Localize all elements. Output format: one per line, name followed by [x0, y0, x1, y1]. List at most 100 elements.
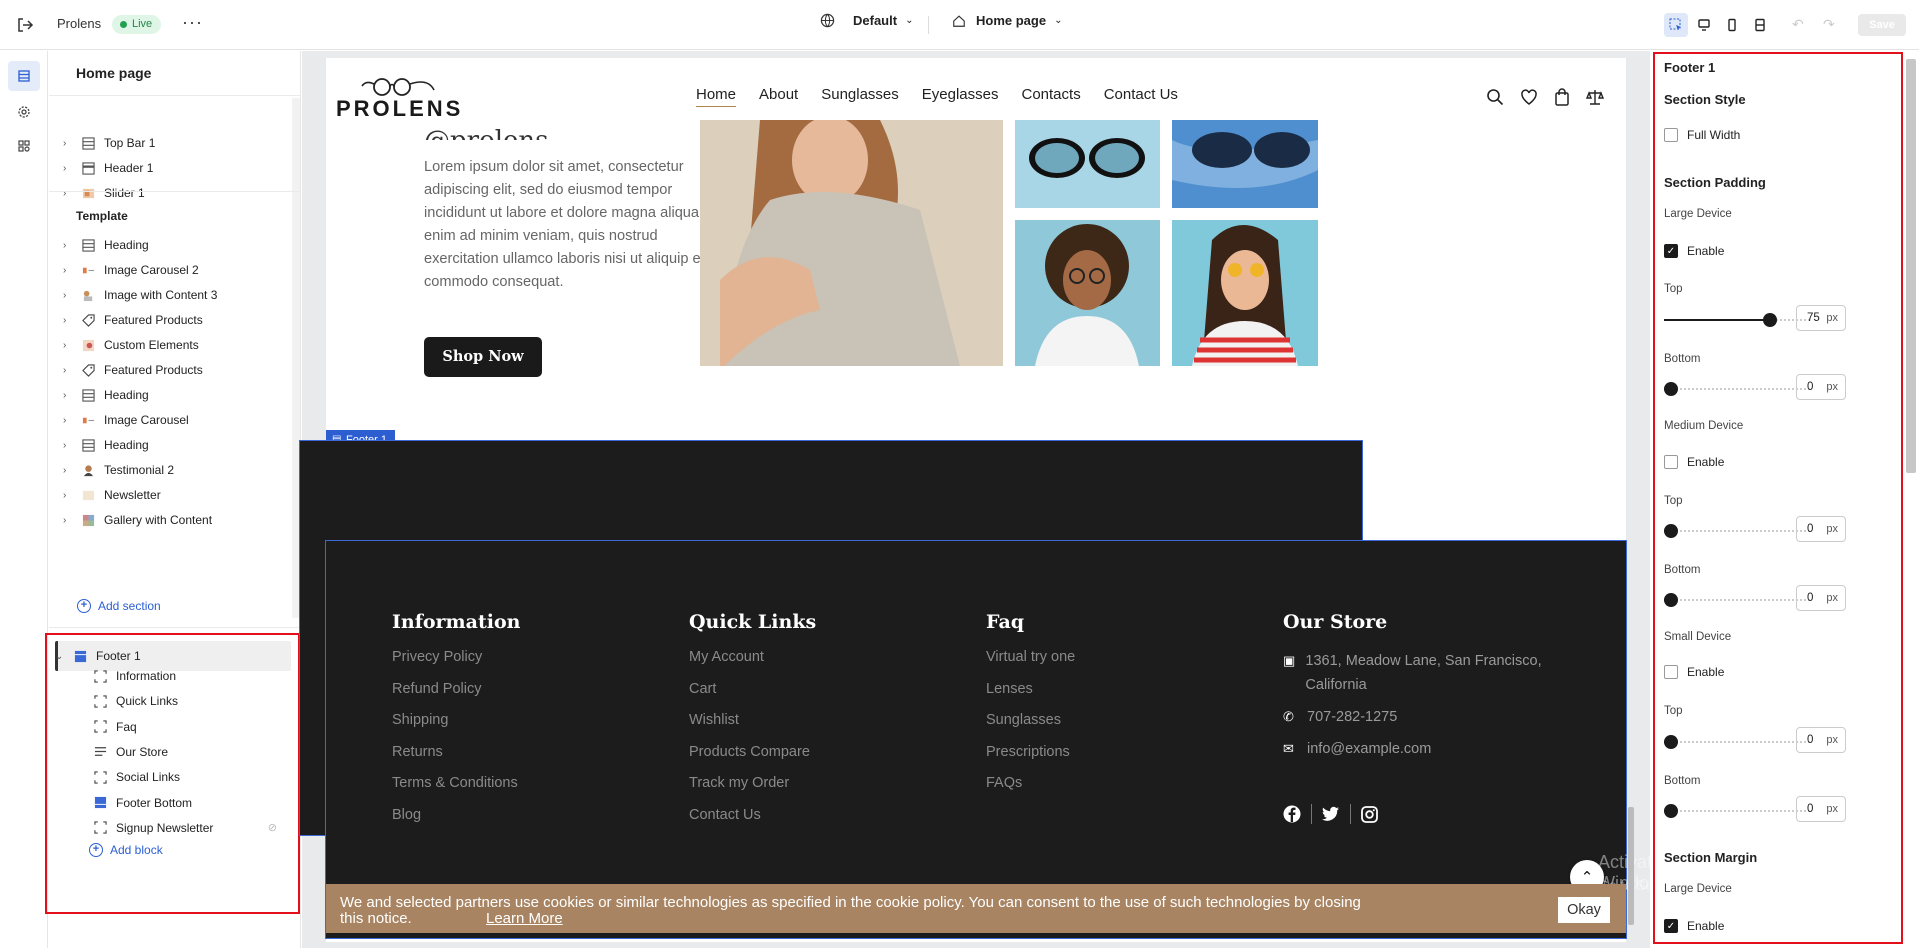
- nav-link-contacts[interactable]: Contacts: [1022, 86, 1081, 107]
- medium-enable-checkbox[interactable]: Enable: [1664, 455, 1724, 469]
- slider-knob[interactable]: [1664, 804, 1678, 818]
- eye-off-icon[interactable]: ⊘: [268, 821, 277, 834]
- chevron-right-icon[interactable]: ›: [63, 240, 73, 251]
- footer-link[interactable]: Track my Order: [689, 775, 816, 807]
- small-bottom-input[interactable]: 0 px: [1796, 796, 1846, 822]
- logo[interactable]: PROLENS: [336, 96, 463, 122]
- inspector-icon[interactable]: [1664, 13, 1688, 37]
- store-phone-text[interactable]: 707-282-1275: [1307, 705, 1397, 729]
- input-value[interactable]: 0: [1807, 734, 1813, 746]
- chevron-right-icon[interactable]: ›: [63, 465, 73, 476]
- tree-row-image-carousel-2[interactable]: › Image Carousel 2: [49, 258, 301, 282]
- more-options-icon[interactable]: ···: [182, 12, 203, 33]
- tree-row-header-1[interactable]: › Header 1: [49, 156, 301, 180]
- twitter-icon[interactable]: [1322, 806, 1340, 822]
- chevron-right-icon[interactable]: ›: [63, 138, 73, 149]
- search-icon[interactable]: [1486, 88, 1504, 106]
- large-top-slider[interactable]: [1664, 313, 1810, 327]
- canvas-scrollbar[interactable]: [1626, 51, 1636, 941]
- instagram-icon[interactable]: [1361, 805, 1378, 823]
- sections-icon[interactable]: [8, 61, 40, 91]
- nav-link-home[interactable]: Home: [696, 86, 737, 107]
- tree-row-quick-links[interactable]: Quick Links: [37, 689, 289, 713]
- checkbox[interactable]: [1664, 665, 1678, 679]
- shop-now-button[interactable]: Shop Now: [424, 337, 542, 377]
- undo-icon[interactable]: ↶: [1792, 16, 1810, 34]
- small-bottom-slider[interactable]: [1664, 804, 1810, 818]
- tree-row-newsletter[interactable]: › Newsletter: [49, 483, 301, 507]
- chevron-right-icon[interactable]: ›: [63, 315, 73, 326]
- save-button[interactable]: Save: [1858, 14, 1906, 36]
- input-value[interactable]: 0: [1807, 381, 1813, 393]
- tree-row-featured-products[interactable]: › Featured Products: [49, 358, 301, 382]
- slider-knob[interactable]: [1664, 593, 1678, 607]
- tree-row-gallery-with-content[interactable]: › Gallery with Content: [49, 508, 301, 532]
- page-select[interactable]: Home page ⌄: [952, 13, 1062, 28]
- nav-link-contact-us[interactable]: Contact Us: [1104, 86, 1178, 107]
- learn-more-link[interactable]: Learn More: [486, 911, 563, 927]
- facebook-icon[interactable]: [1283, 805, 1301, 823]
- small-top-input[interactable]: 0 px: [1796, 727, 1846, 753]
- footer-link[interactable]: Refund Policy: [392, 681, 520, 713]
- redo-icon[interactable]: ↷: [1823, 16, 1841, 34]
- slider-knob[interactable]: [1664, 382, 1678, 396]
- chevron-right-icon[interactable]: ›: [63, 515, 73, 526]
- chevron-right-icon[interactable]: ›: [63, 390, 73, 401]
- footer-link[interactable]: My Account: [689, 649, 816, 681]
- small-enable-checkbox[interactable]: Enable: [1664, 665, 1724, 679]
- chevron-right-icon[interactable]: ›: [63, 440, 73, 451]
- mobile-icon[interactable]: [1720, 13, 1744, 37]
- small-top-slider[interactable]: [1664, 735, 1810, 749]
- scrollbar-thumb[interactable]: [1628, 807, 1634, 925]
- okay-button[interactable]: Okay: [1558, 897, 1610, 923]
- full-width-checkbox[interactable]: Full Width: [1664, 128, 1740, 142]
- nav-link-about[interactable]: About: [759, 86, 798, 107]
- medium-bottom-input[interactable]: 0 px: [1796, 585, 1846, 611]
- tree-row-information[interactable]: Information: [37, 664, 289, 688]
- tree-row-image-carousel[interactable]: › Image Carousel: [49, 408, 301, 432]
- large-enable-checkbox[interactable]: ✓ Enable: [1664, 244, 1724, 258]
- footer-link[interactable]: Returns: [392, 744, 520, 776]
- nav-link-sunglasses[interactable]: Sunglasses: [821, 86, 899, 107]
- footer-link[interactable]: Privecy Policy: [392, 649, 520, 681]
- chevron-right-icon[interactable]: ›: [63, 188, 73, 199]
- desktop-icon[interactable]: [1692, 13, 1716, 37]
- add-section-button[interactable]: + Add section: [77, 599, 161, 613]
- medium-top-input[interactable]: 0 px: [1796, 516, 1846, 542]
- large-bottom-input[interactable]: 0 px: [1796, 374, 1846, 400]
- checkbox[interactable]: ✓: [1664, 919, 1678, 933]
- input-value[interactable]: 0: [1807, 592, 1813, 604]
- tree-row-footer-bottom[interactable]: Footer Bottom: [37, 791, 289, 815]
- checkbox[interactable]: [1664, 128, 1678, 142]
- chevron-right-icon[interactable]: ›: [63, 340, 73, 351]
- slider-knob[interactable]: [1763, 313, 1777, 327]
- heart-icon[interactable]: [1520, 88, 1538, 106]
- footer-link[interactable]: Sunglasses: [986, 712, 1075, 744]
- footer-link[interactable]: Prescriptions: [986, 744, 1075, 776]
- footer-link[interactable]: Products Compare: [689, 744, 816, 776]
- tree-row-signup-newsletter[interactable]: Signup Newsletter ⊘: [37, 816, 289, 840]
- tree-row-top-bar-1[interactable]: › Top Bar 1: [49, 131, 301, 155]
- medium-bottom-slider[interactable]: [1664, 593, 1810, 607]
- footer-link[interactable]: Cart: [689, 681, 816, 713]
- tree-row-image-with-content-3[interactable]: › Image with Content 3: [49, 283, 301, 307]
- chevron-down-icon[interactable]: ⌄: [55, 651, 65, 662]
- footer-link[interactable]: Terms & Conditions: [392, 775, 520, 807]
- footer-link[interactable]: FAQs: [986, 775, 1075, 807]
- footer-link[interactable]: Wishlist: [689, 712, 816, 744]
- footer-link[interactable]: Virtual try one: [986, 649, 1075, 681]
- store-email-text[interactable]: info@example.com: [1307, 737, 1431, 761]
- chevron-right-icon[interactable]: ›: [63, 415, 73, 426]
- tree-row-heading[interactable]: › Heading: [49, 433, 301, 457]
- margin-large-enable-checkbox[interactable]: ✓ Enable: [1664, 919, 1724, 933]
- chevron-right-icon[interactable]: ›: [63, 365, 73, 376]
- device-view-select[interactable]: Default ⌄: [820, 13, 913, 28]
- footer-link[interactable]: Shipping: [392, 712, 520, 744]
- tree-row-slider-1[interactable]: › Slider 1: [49, 181, 301, 205]
- chevron-right-icon[interactable]: ›: [63, 265, 73, 276]
- layout-icon[interactable]: [1748, 13, 1772, 37]
- tree-row-featured-products[interactable]: › Featured Products: [49, 308, 301, 332]
- tree-row-testimonial-2[interactable]: › Testimonial 2: [49, 458, 301, 482]
- chevron-right-icon[interactable]: ›: [63, 163, 73, 174]
- large-top-input[interactable]: 75 px: [1796, 305, 1846, 331]
